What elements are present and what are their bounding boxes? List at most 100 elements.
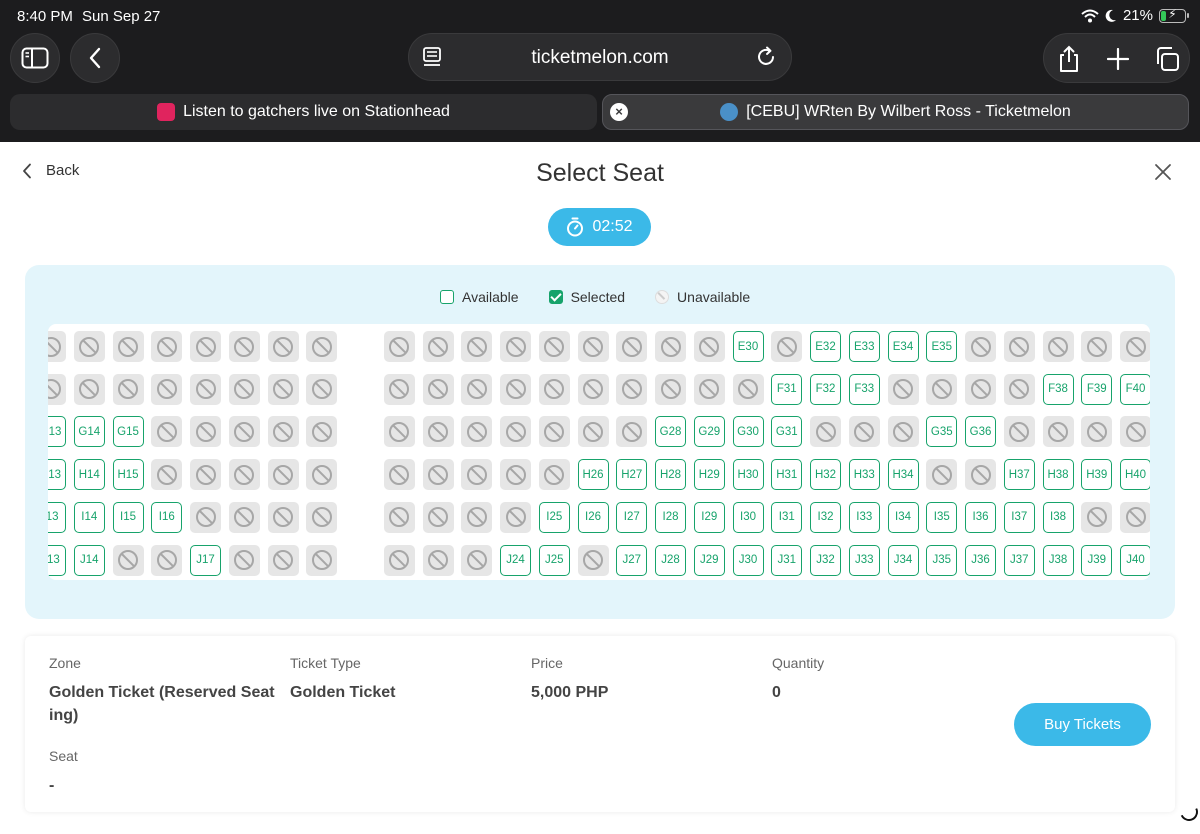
seat-f39[interactable]: F39 — [1081, 373, 1113, 405]
seat-i36[interactable]: I36 — [965, 501, 996, 533]
seat-i38[interactable]: I38 — [1042, 501, 1074, 533]
seat-e34[interactable]: E34 — [887, 331, 919, 362]
battery-icon: ⚡ — [1159, 7, 1189, 23]
seat-h13[interactable]: H13 — [48, 459, 66, 491]
seat-i27[interactable]: I27 — [616, 501, 648, 533]
seat-i32[interactable]: I32 — [810, 501, 841, 533]
tab-overview-button[interactable] — [1142, 34, 1191, 84]
seat-i33[interactable]: I33 — [848, 501, 880, 533]
seat-i14[interactable]: I14 — [73, 501, 105, 533]
seat-h38[interactable]: H38 — [1042, 459, 1074, 491]
seat-i15[interactable]: I15 — [112, 501, 144, 533]
unavailable-seat — [422, 501, 454, 533]
seat-j31[interactable]: J31 — [771, 544, 803, 576]
address-bar[interactable]: ticketmelon.com — [408, 33, 792, 81]
seat-i25[interactable]: I25 — [538, 501, 570, 533]
seat-e30[interactable]: E30 — [732, 331, 764, 362]
seat-g35[interactable]: G35 — [926, 416, 958, 448]
share-button[interactable] — [1044, 34, 1093, 84]
seat-j30[interactable]: J30 — [732, 544, 764, 576]
unavailable-icon — [931, 464, 952, 485]
seat-i16[interactable]: I16 — [151, 501, 183, 533]
seat-j40[interactable]: J40 — [1120, 544, 1150, 576]
seat-i34[interactable]: I34 — [887, 501, 919, 533]
seat-g29[interactable]: G29 — [693, 416, 725, 448]
seat-g14[interactable]: G14 — [73, 416, 105, 448]
seat-h26[interactable]: H26 — [577, 459, 609, 491]
seat-g13[interactable]: G13 — [48, 416, 66, 448]
seat-h14[interactable]: H14 — [73, 459, 105, 491]
seat-h39[interactable]: H39 — [1081, 459, 1113, 491]
seat-j37[interactable]: J37 — [1003, 544, 1035, 576]
seat-f31[interactable]: F31 — [771, 373, 803, 405]
available-swatch-icon — [440, 290, 454, 304]
seat-i35[interactable]: I35 — [926, 501, 958, 533]
seat-h29[interactable]: H29 — [693, 459, 725, 491]
seat-g15[interactable]: G15 — [112, 416, 144, 448]
unavailable-seat — [926, 459, 958, 491]
url-text: ticketmelon.com — [531, 47, 669, 68]
seat-j17[interactable]: J17 — [190, 544, 221, 576]
seat-h31[interactable]: H31 — [771, 459, 803, 491]
seat-j27[interactable]: J27 — [616, 544, 648, 576]
seat-i31[interactable]: I31 — [771, 501, 803, 533]
seat-j14[interactable]: J14 — [73, 544, 105, 576]
seat-h34[interactable]: H34 — [887, 459, 919, 491]
seat-f32[interactable]: F32 — [810, 373, 841, 405]
seat-j25[interactable]: J25 — [538, 544, 570, 576]
tab-close-icon[interactable]: × — [610, 103, 628, 121]
seat-j33[interactable]: J33 — [848, 544, 880, 576]
close-icon[interactable] — [1154, 163, 1172, 181]
seat-g31[interactable]: G31 — [771, 416, 803, 448]
seat-g36[interactable]: G36 — [965, 416, 996, 448]
seat-h27[interactable]: H27 — [616, 459, 648, 491]
sidebar-toggle-button[interactable] — [10, 33, 60, 83]
tab-ticketmelon[interactable]: × [CEBU] WRten By Wilbert Ross - Ticketm… — [602, 94, 1189, 130]
seat-j29[interactable]: J29 — [693, 544, 725, 576]
seat-j28[interactable]: J28 — [655, 544, 686, 576]
seat-j32[interactable]: J32 — [810, 544, 841, 576]
seat-i13[interactable]: I13 — [48, 501, 66, 533]
seat-h40[interactable]: H40 — [1120, 459, 1150, 491]
unavailable-icon — [1086, 421, 1107, 442]
seat-j13[interactable]: J13 — [48, 544, 66, 576]
seat-f33[interactable]: F33 — [848, 373, 880, 405]
seat-e32[interactable]: E32 — [810, 331, 841, 362]
seat-h28[interactable]: H28 — [655, 459, 686, 491]
buy-tickets-button[interactable]: Buy Tickets — [1014, 703, 1151, 746]
unavailable-seat — [267, 331, 299, 362]
seat-g30[interactable]: G30 — [732, 416, 764, 448]
seat-h30[interactable]: H30 — [732, 459, 764, 491]
seat-g28[interactable]: G28 — [655, 416, 686, 448]
seat-f40[interactable]: F40 — [1120, 373, 1150, 405]
new-tab-button[interactable] — [1093, 34, 1142, 84]
unavailable-seat — [151, 459, 183, 491]
unavailable-icon — [776, 336, 797, 357]
seat-h37[interactable]: H37 — [1003, 459, 1035, 491]
seat-e33[interactable]: E33 — [848, 331, 880, 362]
unavailable-seat — [1120, 416, 1150, 448]
seat-e35[interactable]: E35 — [926, 331, 958, 362]
tab-stationhead[interactable]: Listen to gatchers live on Stationhead — [10, 94, 597, 130]
unavailable-seat — [1081, 501, 1113, 533]
seat-h15[interactable]: H15 — [112, 459, 144, 491]
seat-j34[interactable]: J34 — [887, 544, 919, 576]
browser-back-button[interactable] — [70, 33, 120, 83]
seat-j35[interactable]: J35 — [926, 544, 958, 576]
stopwatch-icon — [567, 217, 584, 237]
seat-h33[interactable]: H33 — [848, 459, 880, 491]
seat-i28[interactable]: I28 — [655, 501, 686, 533]
seat-i30[interactable]: I30 — [732, 501, 764, 533]
seat-i26[interactable]: I26 — [577, 501, 609, 533]
reload-icon[interactable] — [755, 46, 777, 68]
seat-i37[interactable]: I37 — [1003, 501, 1035, 533]
seat-f38[interactable]: F38 — [1042, 373, 1074, 405]
seat-i29[interactable]: I29 — [693, 501, 725, 533]
seat-j24[interactable]: J24 — [500, 544, 531, 576]
seat-j39[interactable]: J39 — [1081, 544, 1113, 576]
seat-j38[interactable]: J38 — [1042, 544, 1074, 576]
seat-j36[interactable]: J36 — [965, 544, 996, 576]
seat-h32[interactable]: H32 — [810, 459, 841, 491]
unavailable-icon — [583, 379, 603, 400]
unavailable-icon — [738, 379, 758, 400]
